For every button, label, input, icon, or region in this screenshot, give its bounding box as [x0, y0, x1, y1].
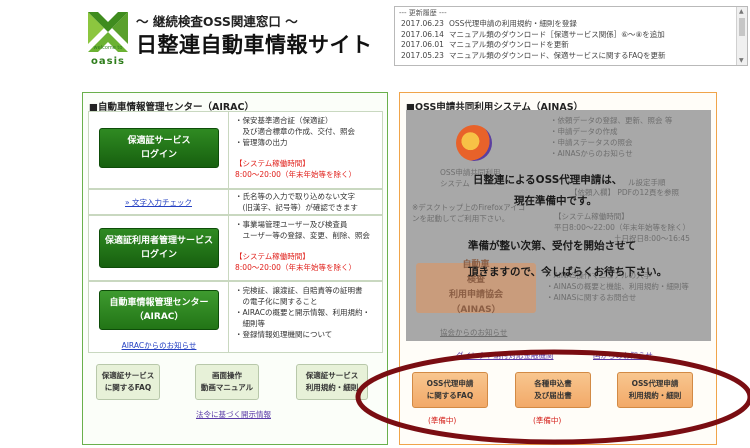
- news-item[interactable]: 2017.06.23 OSS代理申請の利用規約・細則を登録: [401, 19, 747, 30]
- news-item[interactable]: 2017.06.14 マニュアル類のダウンロード［保適サービス関係］⑥～⑧を追加: [401, 30, 747, 41]
- oasis-logo-icon: welcome to: [88, 12, 128, 52]
- header-subtitle: ～ 継続検査OSS関連窓口 ～: [136, 14, 298, 29]
- application-forms-button[interactable]: 各種申込書 及び届出書: [515, 372, 591, 408]
- ainas-message-line-3: 準備が整い次第、受付を開始させて: [468, 240, 636, 252]
- site-title: 日整連自動車情報サイト: [136, 33, 373, 57]
- svg-text:welcome to: welcome to: [94, 45, 123, 51]
- news-list: 2017.06.23 OSS代理申請の利用規約・細則を登録 2017.06.14 マ…: [395, 19, 747, 61]
- application-forms-status: (準備中): [533, 416, 562, 425]
- ainas-message-line-4: 頂きますので、今しばらくお待ち下さい。: [468, 266, 668, 278]
- hoteki-terms-button[interactable]: 保適証サービス 利用規約・細則: [296, 364, 368, 400]
- scroll-up-icon[interactable]: ▲: [739, 8, 744, 15]
- news-heading: --- 更新履歴 ---: [399, 9, 447, 17]
- oss-faq-status: (準備中): [428, 416, 457, 425]
- airac-row-hoteki: 保適証サービス ログイン ・保安基準適合証（保適証） 及び適合標章の作成、交付、…: [88, 111, 383, 189]
- legal-disclosure-link[interactable]: 法令に基づく開示情報: [196, 410, 271, 419]
- ainas-message-line-2: 現在準備中です。: [514, 195, 597, 207]
- hoteki-faq-button[interactable]: 保適証サービス に関するFAQ: [96, 364, 160, 400]
- airac-row-center: 自動車情報管理センター （AIRAC） AIRACからのお知らせ ・完検証、譲渡…: [88, 281, 383, 353]
- government-news-link[interactable]: 国からのお知らせ: [593, 350, 653, 361]
- char-input-check-link[interactable]: » 文字入力チェック: [125, 197, 192, 208]
- airac-row-char-check: » 文字入力チェック ・氏名等の入力で取り込めない文字 (旧漢字、記号等）が確認…: [88, 189, 383, 215]
- oss-terms-button[interactable]: OSS代理申請 利用規約・細則: [617, 372, 693, 408]
- news-item[interactable]: 2017.06.01 マニュアル類のダウンロードを更新: [401, 40, 747, 51]
- scroll-thumb[interactable]: [739, 18, 745, 36]
- firefox-icon: [456, 125, 492, 161]
- airac-row-user-mgmt: 保適証利用者管理サービス ログイン ・事業場管理ユーザー及び検査員 ユーザー等の…: [88, 215, 383, 281]
- airac-center-button[interactable]: 自動車情報管理センター （AIRAC）: [99, 290, 219, 330]
- video-manual-button[interactable]: 画面操作 動画マニュアル: [195, 364, 259, 400]
- news-box[interactable]: --- 更新履歴 --- 2017.06.23 OSS代理申請の利用規約・細則を登…: [394, 6, 748, 66]
- news-item[interactable]: 2017.05.23 マニュアル類のダウンロード、保適サービスに関するFAQを更新: [401, 51, 747, 62]
- logo-text: oasis: [91, 56, 125, 67]
- airac-news-link[interactable]: AIRACからのお知らせ: [122, 341, 197, 350]
- ainas-ghost-news-link: 協会からのお知らせ: [440, 328, 508, 337]
- ainas-message-line-1: 日整連によるOSS代理申請は、: [473, 174, 623, 186]
- hoteki-service-login-button[interactable]: 保適証サービス ログイン: [99, 128, 219, 168]
- oss-faq-button[interactable]: OSS代理申請 に関するFAQ: [412, 372, 488, 408]
- news-scrollbar[interactable]: ▲ ▼: [736, 7, 747, 65]
- direct-payment-banks-link[interactable]: ダイレクト納付対応金融機関: [456, 350, 554, 361]
- user-management-login-button[interactable]: 保適証利用者管理サービス ログイン: [99, 228, 219, 268]
- scroll-down-icon[interactable]: ▼: [739, 57, 744, 64]
